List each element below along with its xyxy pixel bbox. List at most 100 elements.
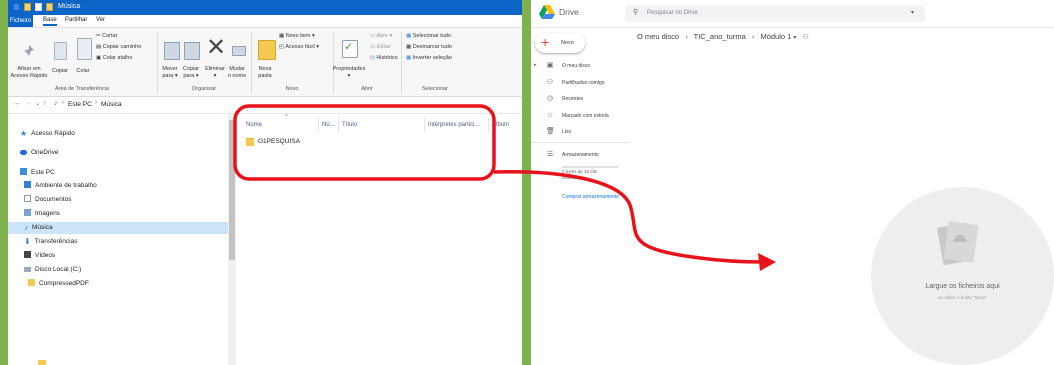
- column-header-title[interactable]: Título: [342, 122, 357, 128]
- address-box[interactable]: ♪ › Este PC › Música: [54, 99, 514, 110]
- quick-access-folder-icon[interactable]: [24, 3, 31, 11]
- column-divider[interactable]: [424, 118, 425, 132]
- drop-zone[interactable]: Largue os ficheiros aqui ou utilize o bo…: [871, 187, 1054, 365]
- drive-nav-recent[interactable]: ◷ Recentes: [546, 94, 583, 104]
- column-header-number[interactable]: Nú...: [322, 122, 335, 128]
- breadcrumb-module-1[interactable]: Módulo 1: [760, 32, 791, 41]
- edit-button[interactable]: ▭ Editar: [370, 44, 391, 50]
- nav-item-this-pc[interactable]: Este PC: [20, 167, 55, 178]
- nav-label: Ambiente de trabalho: [35, 182, 97, 189]
- group-divider: [157, 32, 158, 94]
- nav-item-pictures[interactable]: Imagens: [24, 208, 60, 219]
- nav-item-quick-access[interactable]: ★ Acesso Rápido: [20, 128, 75, 139]
- breadcrumb-my-drive[interactable]: O meu disco: [637, 32, 679, 41]
- checkmark-icon: ✓: [344, 41, 354, 53]
- nav-item-downloads[interactable]: ⬇ Transferências: [24, 236, 77, 247]
- drive-search-bar[interactable]: ⚲ Pesquisar no Drive ▾: [625, 5, 925, 22]
- up-arrow-icon[interactable]: ↑: [43, 100, 47, 107]
- properties-label: Propriedades ▾: [332, 66, 366, 79]
- file-explorer-window: Música Ficheiro Base Partilhar Ver Afixa…: [8, 0, 522, 365]
- clipboard-group-label: Área de Transferência: [54, 86, 110, 92]
- column-divider[interactable]: [338, 118, 339, 132]
- nav-label: Imagens: [35, 210, 60, 217]
- search-options-caret-icon[interactable]: ▾: [911, 9, 914, 16]
- nav-item-compressedpdf[interactable]: CompressedPDF: [28, 278, 89, 289]
- select-all-button[interactable]: ▦ Selecionar tudo: [406, 33, 451, 39]
- invert-selection-button[interactable]: ▦ Inverter seleção: [406, 55, 452, 61]
- folder-menu-caret-icon[interactable]: ▾: [793, 35, 796, 41]
- tab-file[interactable]: Ficheiro: [8, 15, 33, 27]
- group-divider: [333, 32, 334, 94]
- app-icon: [13, 3, 20, 11]
- nav-label: Documentos: [35, 196, 72, 203]
- drive-nav-storage[interactable]: ☰ Armazenamento: [546, 150, 599, 160]
- column-divider[interactable]: [488, 118, 489, 132]
- clock-icon: ◷: [546, 95, 554, 102]
- select-all-icon: ▦: [406, 33, 413, 39]
- paste-shortcut-button[interactable]: ▣ Colar atalho: [96, 55, 132, 61]
- nav-item-onedrive[interactable]: OneDrive: [20, 147, 58, 158]
- recent-chevron-icon[interactable]: ⌄: [35, 100, 40, 107]
- shared-people-icon[interactable]: ⚇: [803, 34, 809, 41]
- breadcrumb-music[interactable]: Música: [101, 101, 122, 108]
- paste-icon: [77, 38, 92, 60]
- easy-access-label: Acesso fácil ▾: [285, 44, 320, 50]
- file-row[interactable]: G1PESQUISA: [246, 137, 336, 147]
- nav-item-desktop[interactable]: Ambiente de trabalho: [24, 180, 97, 191]
- new-item-label: Novo item ▾: [285, 33, 315, 39]
- copy-path-label: Copiar caminho: [102, 44, 142, 50]
- easy-access-button[interactable]: ◰ Acesso fácil ▾: [279, 44, 319, 50]
- history-label: Histórico: [376, 55, 398, 61]
- drive-nav-starred[interactable]: ☆ Marcado com estrela: [546, 111, 609, 121]
- explorer-title-bar: Música: [8, 0, 522, 15]
- folder-icon: [246, 138, 254, 146]
- invert-icon: ▦: [406, 55, 413, 61]
- breadcrumb-tic-folder[interactable]: TIC_ano_turma: [694, 32, 746, 41]
- nav-scrollbar-thumb[interactable]: [229, 120, 235, 260]
- rename-label: Mudar o nome: [227, 66, 247, 79]
- column-header-artists[interactable]: Intérpretes partici...: [428, 122, 479, 128]
- new-item-button[interactable]: ▦ Novo item ▾: [279, 33, 315, 39]
- copy-path-button[interactable]: ▤ Copiar caminho: [96, 44, 141, 50]
- tab-share[interactable]: Partilhar: [65, 17, 87, 23]
- drive-breadcrumb: O meu disco › TIC_ano_turma › Módulo 1 ▾…: [637, 32, 809, 41]
- forward-arrow-icon[interactable]: →: [25, 100, 32, 107]
- nav-item-videos[interactable]: Vídeos: [24, 250, 55, 261]
- nav-item-local-disk[interactable]: Disco Local (C:): [24, 264, 81, 275]
- new-button[interactable]: + Novo: [535, 33, 585, 53]
- column-header-name[interactable]: Nome: [246, 122, 262, 128]
- drive-app-name: Drive: [559, 7, 579, 17]
- nav-item-documents[interactable]: Documentos: [24, 194, 72, 205]
- drive-nav-trash[interactable]: 🗑 Lixo: [546, 127, 571, 137]
- open-button[interactable]: ▭ Abrir ▾: [370, 33, 392, 39]
- column-header-album[interactable]: Álbum: [492, 122, 509, 128]
- cut-button[interactable]: ✂ Cortar: [96, 33, 117, 39]
- address-bar-row: ← → ⌄ ↑ ♪ › Este PC › Música: [8, 97, 522, 114]
- window-folder-icon: [46, 3, 53, 11]
- history-button[interactable]: ◷ Histórico: [370, 55, 398, 61]
- tab-view[interactable]: Ver: [96, 17, 105, 23]
- select-none-button[interactable]: ▦ Desmarcar tudo: [406, 44, 452, 50]
- my-drive-icon: ▣: [546, 62, 554, 69]
- back-arrow-icon[interactable]: ←: [14, 100, 21, 107]
- expand-arrow-icon[interactable]: ▸: [534, 62, 537, 68]
- nav-divider: [531, 142, 631, 143]
- drive-nav-label: Lixo: [562, 129, 572, 135]
- plus-icon: +: [541, 34, 550, 50]
- tab-home[interactable]: Base: [43, 17, 57, 26]
- quick-access-properties-icon[interactable]: [35, 3, 42, 11]
- breadcrumb-this-pc[interactable]: Este PC: [68, 101, 92, 108]
- buy-storage-link[interactable]: Comprar armazenamento: [562, 194, 619, 200]
- drive-nav-my-drive[interactable]: ▣ O meu disco: [546, 61, 590, 71]
- file-list-pane: ^ Nome Nú... Título Intérpretes partici.…: [238, 114, 522, 365]
- edit-label: Editar: [376, 44, 392, 50]
- column-divider[interactable]: [318, 118, 319, 132]
- nav-item-music[interactable]: ♪ Música: [24, 222, 53, 233]
- chevron-right-icon: ›: [95, 100, 97, 106]
- drop-subtitle: ou utilize o botão "Novo": [938, 295, 987, 300]
- star-outline-icon: ☆: [546, 112, 554, 119]
- copy-icon: [54, 42, 67, 60]
- group-divider: [251, 32, 252, 94]
- drive-nav-shared[interactable]: ⚇ Partilhados comigo: [546, 78, 605, 88]
- folder-icon: [28, 279, 35, 286]
